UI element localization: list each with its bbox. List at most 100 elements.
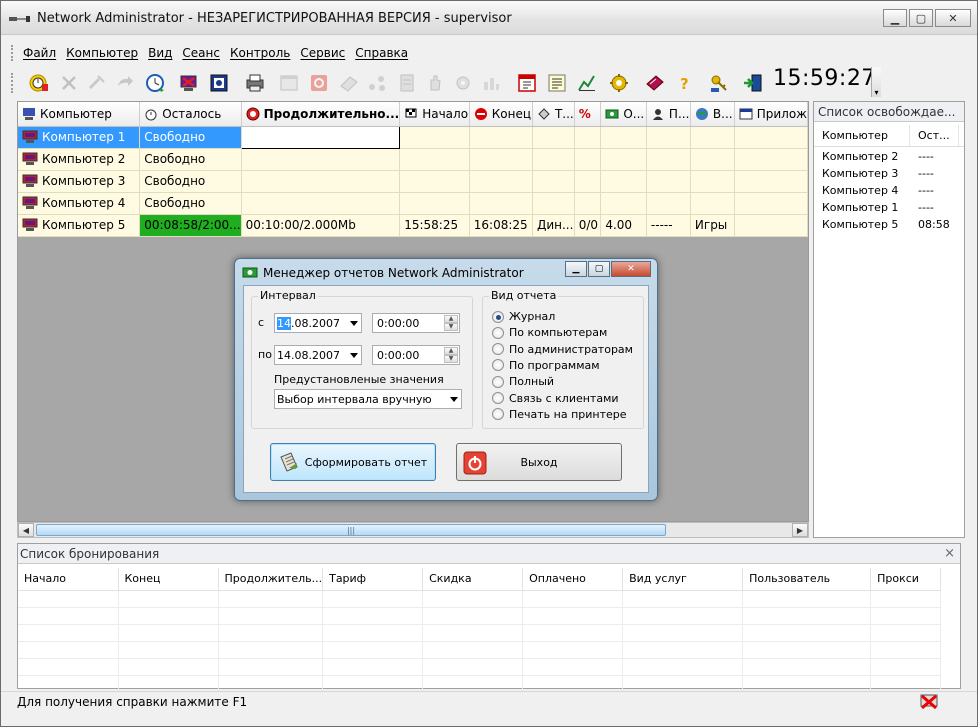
scroll-left-button[interactable]: ◀ <box>18 523 34 537</box>
radio-button-icon[interactable] <box>492 392 504 404</box>
exit-button[interactable]: Выход <box>456 443 622 481</box>
grid-cell[interactable]: Дин... <box>532 214 575 237</box>
report-type-radio[interactable]: Журнал <box>492 310 555 323</box>
grid-row[interactable]: Компьютер 3 Свободно <box>18 170 808 193</box>
grid-row[interactable]: Компьютер 1 Свободно <box>18 125 808 149</box>
preset-combo[interactable]: Выбор интервала вручную <box>274 389 462 409</box>
grid-cell[interactable] <box>574 126 602 149</box>
close-button[interactable]: ✕ <box>935 9 971 27</box>
report-type-radio[interactable]: По программам <box>492 359 600 372</box>
grid-cell[interactable]: ----- <box>646 214 691 237</box>
eraser-icon[interactable] <box>337 71 361 95</box>
grid-cell[interactable] <box>469 192 533 215</box>
booking-col-header[interactable]: Пользователь <box>742 568 872 591</box>
generate-report-button[interactable]: Сформировать отчет <box>270 443 436 481</box>
to-date-combo[interactable]: 14.08.2007 <box>274 345 362 365</box>
booking-col-header[interactable]: Оплачено <box>522 568 624 591</box>
gear-icon[interactable] <box>607 71 631 95</box>
release-row[interactable]: Компьютер 1 ---- <box>814 201 964 218</box>
scroll-right-button[interactable]: ▶ <box>792 523 808 537</box>
grid-cell[interactable] <box>399 126 470 149</box>
menu-grip[interactable] <box>11 45 15 61</box>
col-remaining[interactable]: Осталось <box>139 102 242 127</box>
grid-cell[interactable] <box>734 126 808 149</box>
grid-cell[interactable]: Компьютер 5 <box>18 214 141 237</box>
spin-up-icon[interactable]: ▲ <box>444 315 458 323</box>
menu-service[interactable]: Сервис <box>300 46 345 60</box>
spin-up-icon[interactable]: ▲ <box>444 347 458 355</box>
grid-cell[interactable]: Компьютер 1 <box>18 126 141 149</box>
toolbar-grip[interactable] <box>11 73 15 93</box>
grid-cell[interactable] <box>240 125 401 149</box>
maximize-button[interactable]: ▢ <box>909 9 933 27</box>
grid-cell[interactable] <box>734 170 808 193</box>
clock-icon[interactable] <box>143 71 167 95</box>
grid-cell[interactable] <box>241 148 401 171</box>
grid-row[interactable]: Компьютер 4 Свободно <box>18 192 808 215</box>
grid-cell[interactable] <box>600 192 647 215</box>
grid-cell[interactable]: 00:08:58/2:00... <box>139 214 242 237</box>
grid-cell[interactable] <box>646 170 691 193</box>
network-icon[interactable] <box>365 71 389 95</box>
radio-button-icon[interactable] <box>492 408 504 421</box>
report-type-radio[interactable]: Связь с клиентами <box>492 392 619 405</box>
grid-cell[interactable] <box>532 192 575 215</box>
grid-cell[interactable]: Игры <box>690 214 735 237</box>
release-row[interactable]: Компьютер 5 08:58 <box>814 218 964 235</box>
spin-down-icon[interactable]: ▼ <box>444 355 458 363</box>
menu-view[interactable]: Вид <box>148 46 172 60</box>
scroll-thumb[interactable]: ||| <box>36 524 666 536</box>
grid-cell[interactable] <box>532 170 575 193</box>
booking-close-button[interactable]: × <box>944 546 955 561</box>
grid-cell[interactable]: Свободно <box>139 126 242 149</box>
booking-col-header[interactable]: Прокси <box>870 568 942 591</box>
grid-cell[interactable]: Свободно <box>139 170 242 193</box>
grid-cell[interactable] <box>734 148 808 171</box>
grid-cell[interactable] <box>574 148 602 171</box>
start-session-icon[interactable] <box>27 71 51 95</box>
grid-cell[interactable]: 15:58:25 <box>399 214 470 237</box>
grid-horizontal-scrollbar[interactable]: ◀ ||| ▶ <box>17 522 809 538</box>
grid-cell[interactable] <box>646 126 691 149</box>
stop-session-icon[interactable] <box>57 71 81 95</box>
grid-cell[interactable]: Компьютер 3 <box>18 170 141 193</box>
minimize-button[interactable]: ▁ <box>883 9 907 27</box>
grid-cell[interactable] <box>574 192 602 215</box>
grid-cell[interactable]: Свободно <box>139 192 242 215</box>
radio-button-icon[interactable] <box>492 326 504 339</box>
booking-col-header[interactable]: Начало <box>18 568 119 591</box>
grid-cell[interactable] <box>532 126 575 149</box>
release-row[interactable]: Компьютер 2 ---- <box>814 150 964 167</box>
grid-cell[interactable] <box>734 214 808 237</box>
release-row[interactable]: Компьютер 3 ---- <box>814 167 964 184</box>
grid-cell[interactable] <box>600 126 647 149</box>
col-user[interactable]: П... <box>646 102 691 127</box>
grid-cell[interactable]: Свободно <box>139 148 242 171</box>
col-percent[interactable]: % <box>574 102 602 127</box>
hand-icon[interactable] <box>423 71 447 95</box>
menu-control[interactable]: Контроль <box>230 46 290 60</box>
dialog-minimize-button[interactable]: ▁ <box>565 261 587 277</box>
window-icon[interactable] <box>277 71 301 95</box>
release-row[interactable]: Компьютер 4 ---- <box>814 184 964 201</box>
grid-cell[interactable] <box>646 192 691 215</box>
grid-cell[interactable] <box>690 148 735 171</box>
settings-dim-icon[interactable] <box>451 71 475 95</box>
computer-off-icon[interactable] <box>177 71 201 95</box>
from-date-combo[interactable]: 14.08.2007 <box>274 313 362 333</box>
booking-col-header[interactable]: Продолжитель... <box>218 568 324 591</box>
booking-col-header[interactable]: Вид услуг <box>622 568 744 591</box>
grid-cell[interactable] <box>646 148 691 171</box>
grid-cell[interactable] <box>399 148 470 171</box>
grid-cell[interactable] <box>574 170 602 193</box>
col-paid[interactable]: О... <box>600 102 647 127</box>
grid-cell[interactable] <box>469 126 533 149</box>
menu-help[interactable]: Справка <box>355 46 408 60</box>
grid-cell[interactable] <box>600 170 647 193</box>
toolbar-overflow-button[interactable]: ▾ <box>871 67 881 97</box>
grid-cell[interactable]: Компьютер 4 <box>18 192 141 215</box>
help-icon[interactable]: ? <box>673 71 697 95</box>
radio-button-icon[interactable] <box>492 375 504 388</box>
radio-button-icon[interactable] <box>492 310 504 323</box>
power-icon[interactable] <box>307 71 331 95</box>
